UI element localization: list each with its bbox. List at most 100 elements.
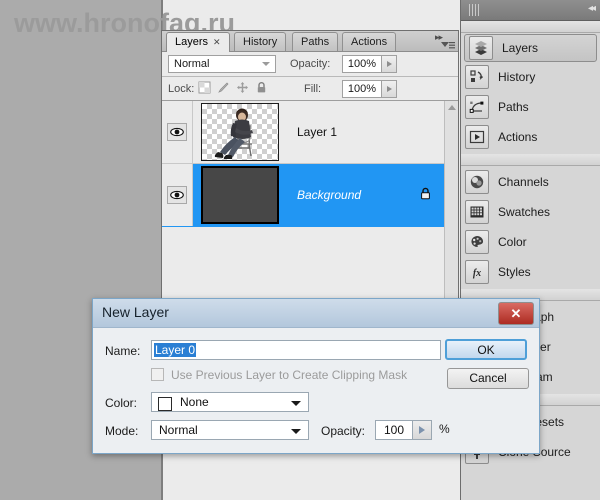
layer-thumbnail-background	[201, 166, 279, 224]
dialog-body: Name: Layer 0 Use Previous Layer to Crea…	[93, 328, 539, 455]
sidebar-item-swatches[interactable]: Swatches	[461, 197, 600, 227]
table-row[interactable]: Background	[162, 164, 458, 227]
close-x-icon[interactable]: ✕	[498, 302, 534, 325]
new-layer-dialog: New Layer ✕ Name: Layer 0 Use Previous L…	[92, 298, 540, 454]
dock-grip-icon[interactable]	[469, 4, 479, 16]
lock-icons-group	[198, 81, 268, 95]
opacity-stepper-icon[interactable]	[382, 55, 397, 73]
history-icon	[465, 65, 489, 89]
opacity-field[interactable]: 100%	[342, 55, 382, 73]
channels-icon	[465, 170, 489, 194]
layers-icon	[469, 36, 493, 60]
sidebar-item-label: Channels	[498, 175, 549, 189]
layer-thumbnail-wrap[interactable]	[201, 103, 279, 161]
dock-spacer-top	[461, 21, 600, 33]
dialog-titlebar[interactable]: New Layer ✕	[93, 299, 539, 328]
tab-actions-label: Actions	[351, 36, 388, 48]
dialog-opacity-stepper-icon[interactable]	[413, 420, 432, 440]
svg-text:fx: fx	[473, 268, 481, 279]
color-swatch-none-icon	[158, 397, 172, 411]
tab-history-label: History	[243, 36, 278, 48]
chevron-down-icon	[291, 429, 301, 434]
sidebar-item-history[interactable]: History	[461, 62, 600, 92]
table-row[interactable]: Layer 1	[162, 101, 458, 164]
dock-header[interactable]: ◂◂	[461, 0, 600, 21]
sidebar-item-label: Swatches	[498, 205, 551, 219]
photoshop-window: www.hronofag.ru Layers ✕ History Paths Ac…	[0, 0, 600, 500]
swatches-grid-icon	[465, 200, 489, 224]
clipping-mask-label: Use Previous Layer to Create Clipping Ma…	[171, 368, 408, 382]
scroll-up-icon[interactable]	[448, 105, 456, 110]
clipping-mask-checkbox[interactable]	[151, 368, 164, 381]
actions-play-icon	[465, 125, 489, 149]
sidebar-item-color[interactable]: Color	[461, 227, 600, 257]
lock-fill-row: Lock: Fill: 100%	[162, 77, 458, 102]
sidebar-item-label: Actions	[498, 130, 538, 144]
tab-layers-label: Layers	[175, 36, 209, 48]
ok-button[interactable]: OK	[445, 339, 527, 360]
lock-label: Lock:	[168, 83, 195, 95]
styles-fx-icon: fx	[465, 260, 489, 284]
tab-layers[interactable]: Layers ✕	[166, 32, 230, 52]
layer-thumbnail-person	[201, 103, 279, 161]
blend-opacity-row: Normal Opacity: 100%	[162, 52, 458, 77]
layers-panel: Layers ✕ History Paths Actions ▸▸ Normal…	[161, 30, 459, 302]
color-select[interactable]: None	[151, 392, 309, 412]
mode-label: Mode:	[105, 424, 139, 438]
color-palette-icon	[465, 230, 489, 254]
layer-visibility-cell[interactable]	[162, 164, 193, 226]
chevron-down-icon	[291, 401, 301, 406]
layer-name: Layer 1	[297, 125, 338, 139]
color-label: Color:	[105, 396, 138, 410]
blend-mode-value: Normal	[174, 58, 210, 70]
dock-group-2: Channels Swatches Color fx Styles	[461, 166, 600, 289]
panel-tab-bar: Layers ✕ History Paths Actions ▸▸	[162, 31, 458, 52]
layer-locked-padlock-icon	[419, 187, 432, 204]
eye-icon[interactable]	[167, 123, 187, 141]
fill-label: Fill:	[304, 83, 322, 95]
tab-paths-label: Paths	[301, 36, 330, 48]
sidebar-item-label: Paths	[498, 100, 529, 114]
sidebar-item-actions[interactable]: Actions	[461, 122, 600, 152]
chevron-down-icon	[262, 62, 270, 66]
color-value: None	[180, 395, 209, 409]
tab-close-icon[interactable]: ✕	[213, 37, 221, 47]
layer-name: Background	[297, 188, 362, 202]
layer-thumbnail-wrap[interactable]	[201, 166, 279, 224]
blend-mode-select[interactable]: Normal	[168, 55, 276, 73]
dock-group-1: Layers History Paths Actions	[461, 33, 600, 154]
eye-icon[interactable]	[167, 186, 187, 204]
layer-visibility-cell[interactable]	[162, 101, 193, 163]
percent-label: %	[439, 422, 450, 436]
dock-spacer-2	[461, 154, 600, 166]
sidebar-item-channels[interactable]: Channels	[461, 167, 600, 197]
lock-all-padlock-icon[interactable]	[255, 81, 268, 95]
dialog-opacity-label: Opacity:	[321, 424, 366, 438]
tab-paths[interactable]: Paths	[292, 32, 339, 51]
cancel-button[interactable]: Cancel	[447, 368, 529, 389]
dialog-opacity-input[interactable]: 100	[375, 420, 413, 440]
paths-icon	[465, 95, 489, 119]
layer-name-input[interactable]: Layer 0	[151, 340, 441, 360]
panel-menu-icon[interactable]	[441, 40, 455, 51]
sidebar-item-paths[interactable]: Paths	[461, 92, 600, 122]
tab-history[interactable]: History	[234, 32, 287, 51]
sidebar-item-label: Layers	[502, 41, 539, 55]
sidebar-item-layers[interactable]: Layers	[464, 34, 597, 62]
lock-position-move-icon[interactable]	[236, 81, 249, 95]
mode-value: Normal	[159, 423, 198, 437]
fill-stepper-icon[interactable]	[382, 80, 397, 98]
mode-select[interactable]: Normal	[151, 420, 309, 440]
sidebar-item-label: Styles	[498, 265, 531, 279]
lock-image-brush-icon[interactable]	[217, 81, 230, 95]
layer-list-scrollbar[interactable]	[444, 101, 458, 301]
fill-field[interactable]: 100%	[342, 80, 382, 98]
name-label: Name:	[105, 344, 141, 358]
tab-actions[interactable]: Actions	[342, 32, 397, 51]
opacity-label: Opacity:	[290, 58, 331, 70]
lock-transparency-icon[interactable]	[198, 81, 211, 95]
sidebar-item-styles[interactable]: fx Styles	[461, 257, 600, 287]
dock-collapse-icon[interactable]: ◂◂	[588, 3, 596, 14]
layer-list: Layer 1 Background	[162, 100, 458, 301]
layer-name-value: Layer 0	[154, 343, 197, 357]
